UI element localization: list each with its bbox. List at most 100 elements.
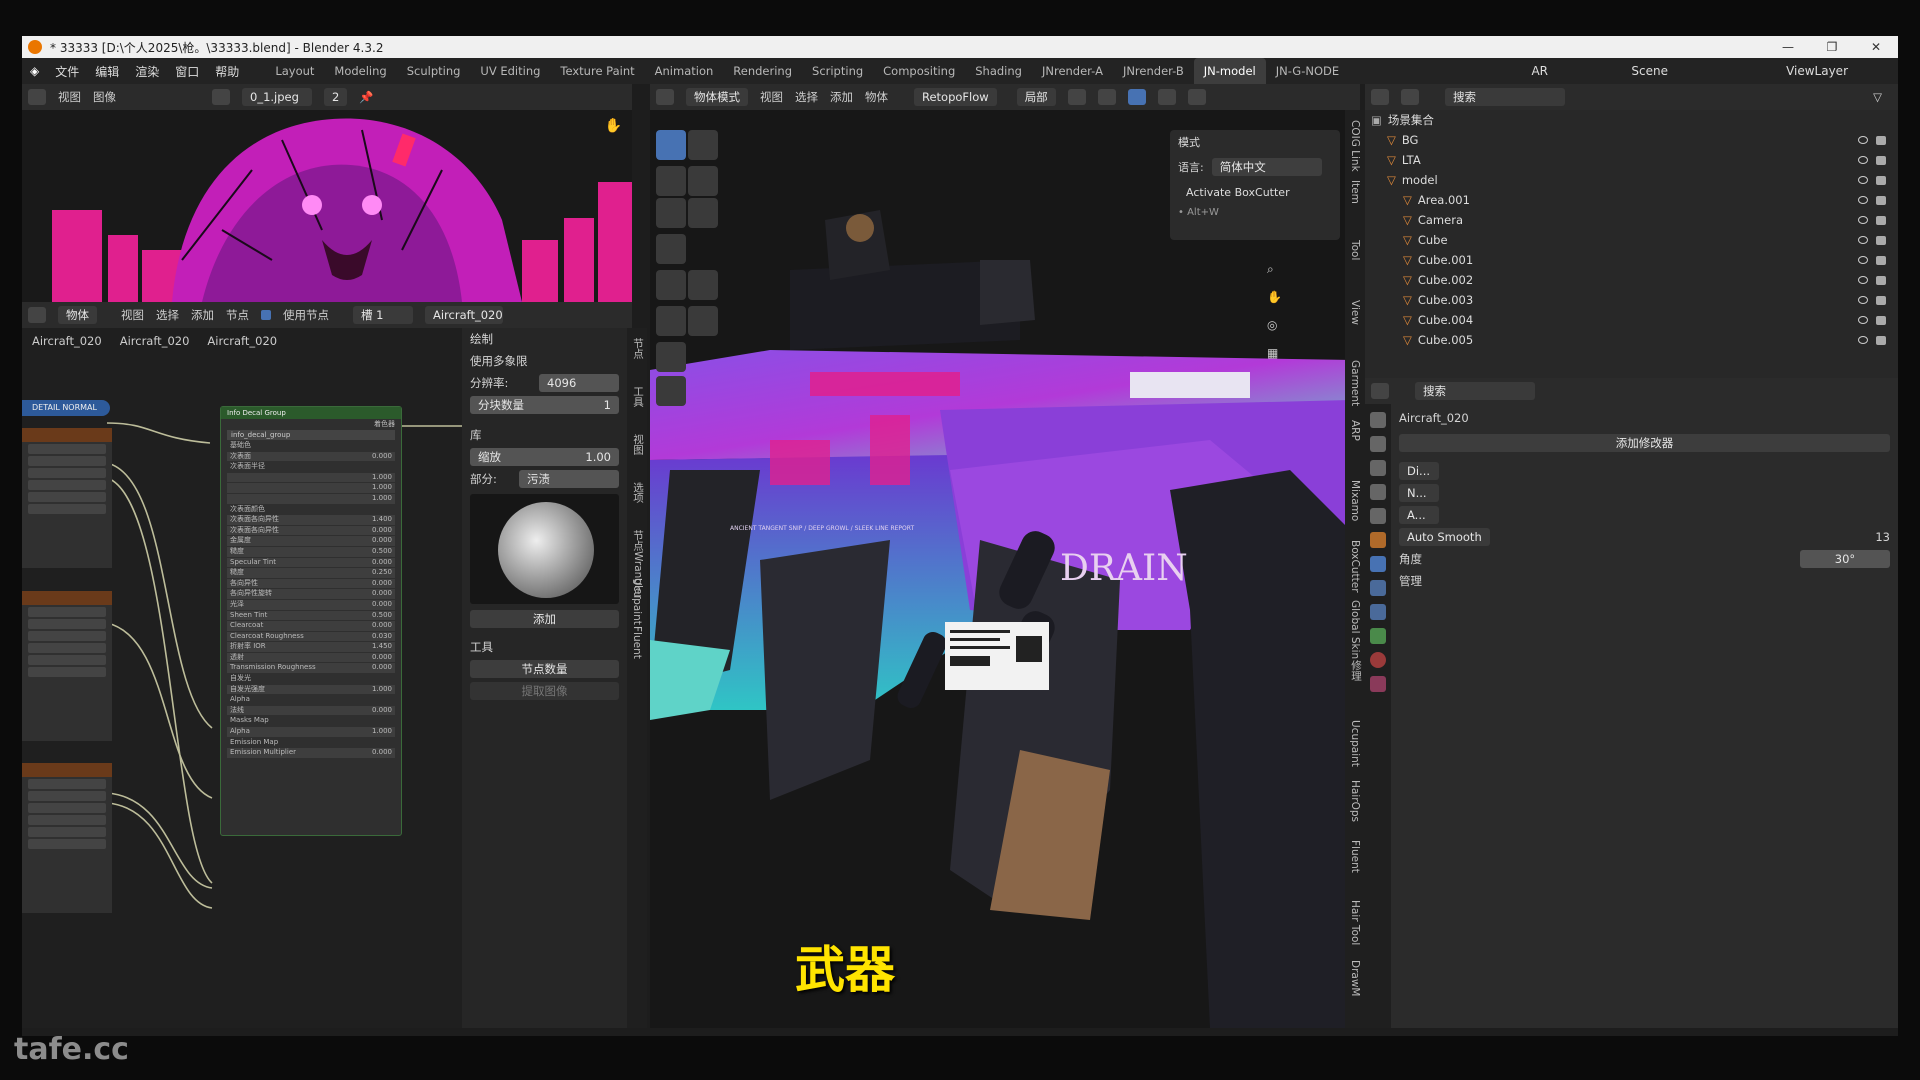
- editor-type-icon[interactable]: [28, 89, 46, 105]
- render-camera-icon[interactable]: [1876, 275, 1886, 285]
- sidebar-tab[interactable]: 工具: [631, 386, 646, 407]
- display-mode-icon[interactable]: [1401, 89, 1419, 105]
- input-value[interactable]: 1.400: [372, 515, 392, 525]
- library-section-header[interactable]: 库: [462, 424, 627, 446]
- input-value[interactable]: 1.450: [372, 642, 392, 652]
- group-node-input-row[interactable]: 自发光强度 1.000: [227, 684, 395, 695]
- move-tool[interactable]: [656, 166, 686, 196]
- angle-field[interactable]: 30°: [1800, 550, 1890, 568]
- group-node-input-row[interactable]: 光泽 0.000: [227, 599, 395, 610]
- input-value[interactable]: 0.000: [372, 579, 392, 589]
- properties-type-icon[interactable]: [1371, 383, 1389, 399]
- close-button[interactable]: ✕: [1854, 36, 1898, 58]
- group-node-input-row[interactable]: Masks Map: [227, 716, 395, 726]
- group-node-input-row[interactable]: 透射 0.000: [227, 652, 395, 663]
- workspace-tab[interactable]: Shading: [965, 58, 1032, 84]
- render-camera-icon[interactable]: [1876, 195, 1886, 205]
- node-editor-type-icon[interactable]: [28, 307, 46, 323]
- modifier-row-2[interactable]: N...: [1391, 482, 1898, 504]
- overlay-icon[interactable]: [1127, 89, 1146, 105]
- npanel-tab[interactable]: Fluent: [1349, 840, 1361, 873]
- workspace-tab[interactable]: JNrender-B: [1113, 58, 1194, 84]
- group-node-input-row[interactable]: Alpha: [227, 695, 395, 705]
- group-node-input-row[interactable]: Emission Map: [227, 738, 395, 748]
- workspace-tab[interactable]: Modeling: [324, 58, 396, 84]
- info-decal-group-node[interactable]: Info Decal Group 着色器 info_decal_group 基础…: [220, 406, 402, 836]
- add-cube-tool[interactable]: [656, 306, 686, 336]
- select-box-tool[interactable]: [656, 130, 686, 160]
- visibility-eye-icon[interactable]: [1858, 176, 1868, 184]
- sidebar-tab[interactable]: Ucupaint: [631, 578, 643, 625]
- material-tab-icon[interactable]: [1370, 652, 1386, 668]
- render-tab-icon[interactable]: [1370, 436, 1386, 452]
- render-camera-icon[interactable]: [1876, 295, 1886, 305]
- visibility-eye-icon[interactable]: [1858, 256, 1868, 264]
- group-node-input-row[interactable]: 次表面 0.000: [227, 451, 395, 462]
- input-value[interactable]: 0.500: [372, 611, 392, 621]
- npanel-tab[interactable]: COIG Link: [1349, 120, 1361, 172]
- group-node-input-row[interactable]: Sheen Tint 0.500: [227, 610, 395, 621]
- language-dropdown[interactable]: 简体中文: [1211, 158, 1322, 176]
- pin-icon[interactable]: 📌: [359, 90, 373, 104]
- input-value[interactable]: 1.000: [372, 727, 392, 737]
- render-camera-icon[interactable]: [1876, 175, 1886, 185]
- viewport-3d[interactable]: DRAIN ANCIENT TANGENT SNIP / DEEP GROWL …: [650, 110, 1345, 1028]
- npanel-tab[interactable]: Tool: [1349, 240, 1361, 260]
- texture-tab-icon[interactable]: [1370, 676, 1386, 692]
- outliner-item[interactable]: ▽ Cube.001: [1365, 250, 1898, 270]
- sidebar-tab[interactable]: Fluent: [631, 626, 643, 659]
- viewport-menu-add[interactable]: 添加: [830, 89, 853, 105]
- workspace-tab[interactable]: Texture Paint: [550, 58, 644, 84]
- texture-preview[interactable]: [470, 494, 619, 604]
- group-node-input-row[interactable]: 次表面各向异性 0.000: [227, 525, 395, 536]
- input-value[interactable]: 1.000: [372, 473, 392, 483]
- workspace-tab[interactable]: UV Editing: [470, 58, 550, 84]
- npanel-tab[interactable]: HairOps: [1349, 780, 1361, 822]
- cursor-tool[interactable]: [688, 130, 718, 160]
- render-camera-icon[interactable]: [1876, 215, 1886, 225]
- multires-row[interactable]: 使用多象限: [462, 350, 627, 372]
- snap-icon[interactable]: [1067, 89, 1086, 105]
- menu-item[interactable]: 文件: [55, 65, 79, 79]
- tool-tab-icon[interactable]: [1370, 412, 1386, 428]
- menu-item[interactable]: 窗口: [175, 65, 199, 79]
- visibility-eye-icon[interactable]: [1858, 216, 1868, 224]
- group-node-input-row[interactable]: 法线 0.000: [227, 705, 395, 716]
- menu-item[interactable]: 编辑: [95, 65, 119, 79]
- workspace-tab[interactable]: Layout: [265, 58, 324, 84]
- transform-tool[interactable]: [688, 198, 718, 228]
- group-node-input-row[interactable]: 次表面各向异性 1.400: [227, 515, 395, 525]
- render-camera-icon[interactable]: [1876, 255, 1886, 265]
- menu-item[interactable]: 渲染: [135, 65, 159, 79]
- object-tab-icon[interactable]: [1370, 532, 1386, 548]
- group-node-title[interactable]: Info Decal Group: [221, 407, 401, 419]
- extract-texture-button[interactable]: 提取图像: [470, 682, 619, 700]
- group-node-input-row[interactable]: 各向异性 0.000: [227, 578, 395, 589]
- image-browse-icon[interactable]: [212, 89, 230, 105]
- input-value[interactable]: 0.000: [372, 621, 392, 631]
- detail-normal-node[interactable]: DETAIL NORMAL: [22, 400, 110, 416]
- visibility-eye-icon[interactable]: [1858, 236, 1868, 244]
- outliner-item[interactable]: ▽ Cube.003: [1365, 290, 1898, 310]
- group-node-input-row[interactable]: Clearcoat Roughness 0.030: [227, 631, 395, 642]
- texture-node-2[interactable]: [22, 591, 112, 741]
- visibility-eye-icon[interactable]: [1858, 316, 1868, 324]
- workspace-tab[interactable]: Rendering: [723, 58, 802, 84]
- group-node-input-row[interactable]: Emission Multiplier 0.000: [227, 748, 395, 758]
- outliner-root[interactable]: ▣ 场景集合: [1365, 110, 1898, 130]
- group-node-input-row[interactable]: 各向异性旋转 0.000: [227, 589, 395, 599]
- outliner-item[interactable]: ▽ LTA: [1365, 150, 1898, 170]
- pan-view-icon[interactable]: ✋: [1267, 290, 1282, 304]
- workspace-tab[interactable]: Sculpting: [397, 58, 471, 84]
- group-node-input-row[interactable]: Alpha 1.000: [227, 727, 395, 737]
- input-value[interactable]: 0.030: [372, 632, 392, 642]
- camera-view-icon[interactable]: ◎: [1267, 318, 1277, 332]
- visibility-eye-icon[interactable]: [1858, 196, 1868, 204]
- render-camera-icon[interactable]: [1876, 135, 1886, 145]
- workspace-tab[interactable]: Animation: [645, 58, 724, 84]
- visibility-eye-icon[interactable]: [1858, 336, 1868, 344]
- npanel-tab[interactable]: Hair Tool: [1349, 900, 1361, 945]
- tools-section-header[interactable]: 工具: [462, 636, 627, 658]
- node-menu-add[interactable]: 添加: [191, 307, 214, 323]
- menu-item[interactable]: 帮助: [215, 65, 239, 79]
